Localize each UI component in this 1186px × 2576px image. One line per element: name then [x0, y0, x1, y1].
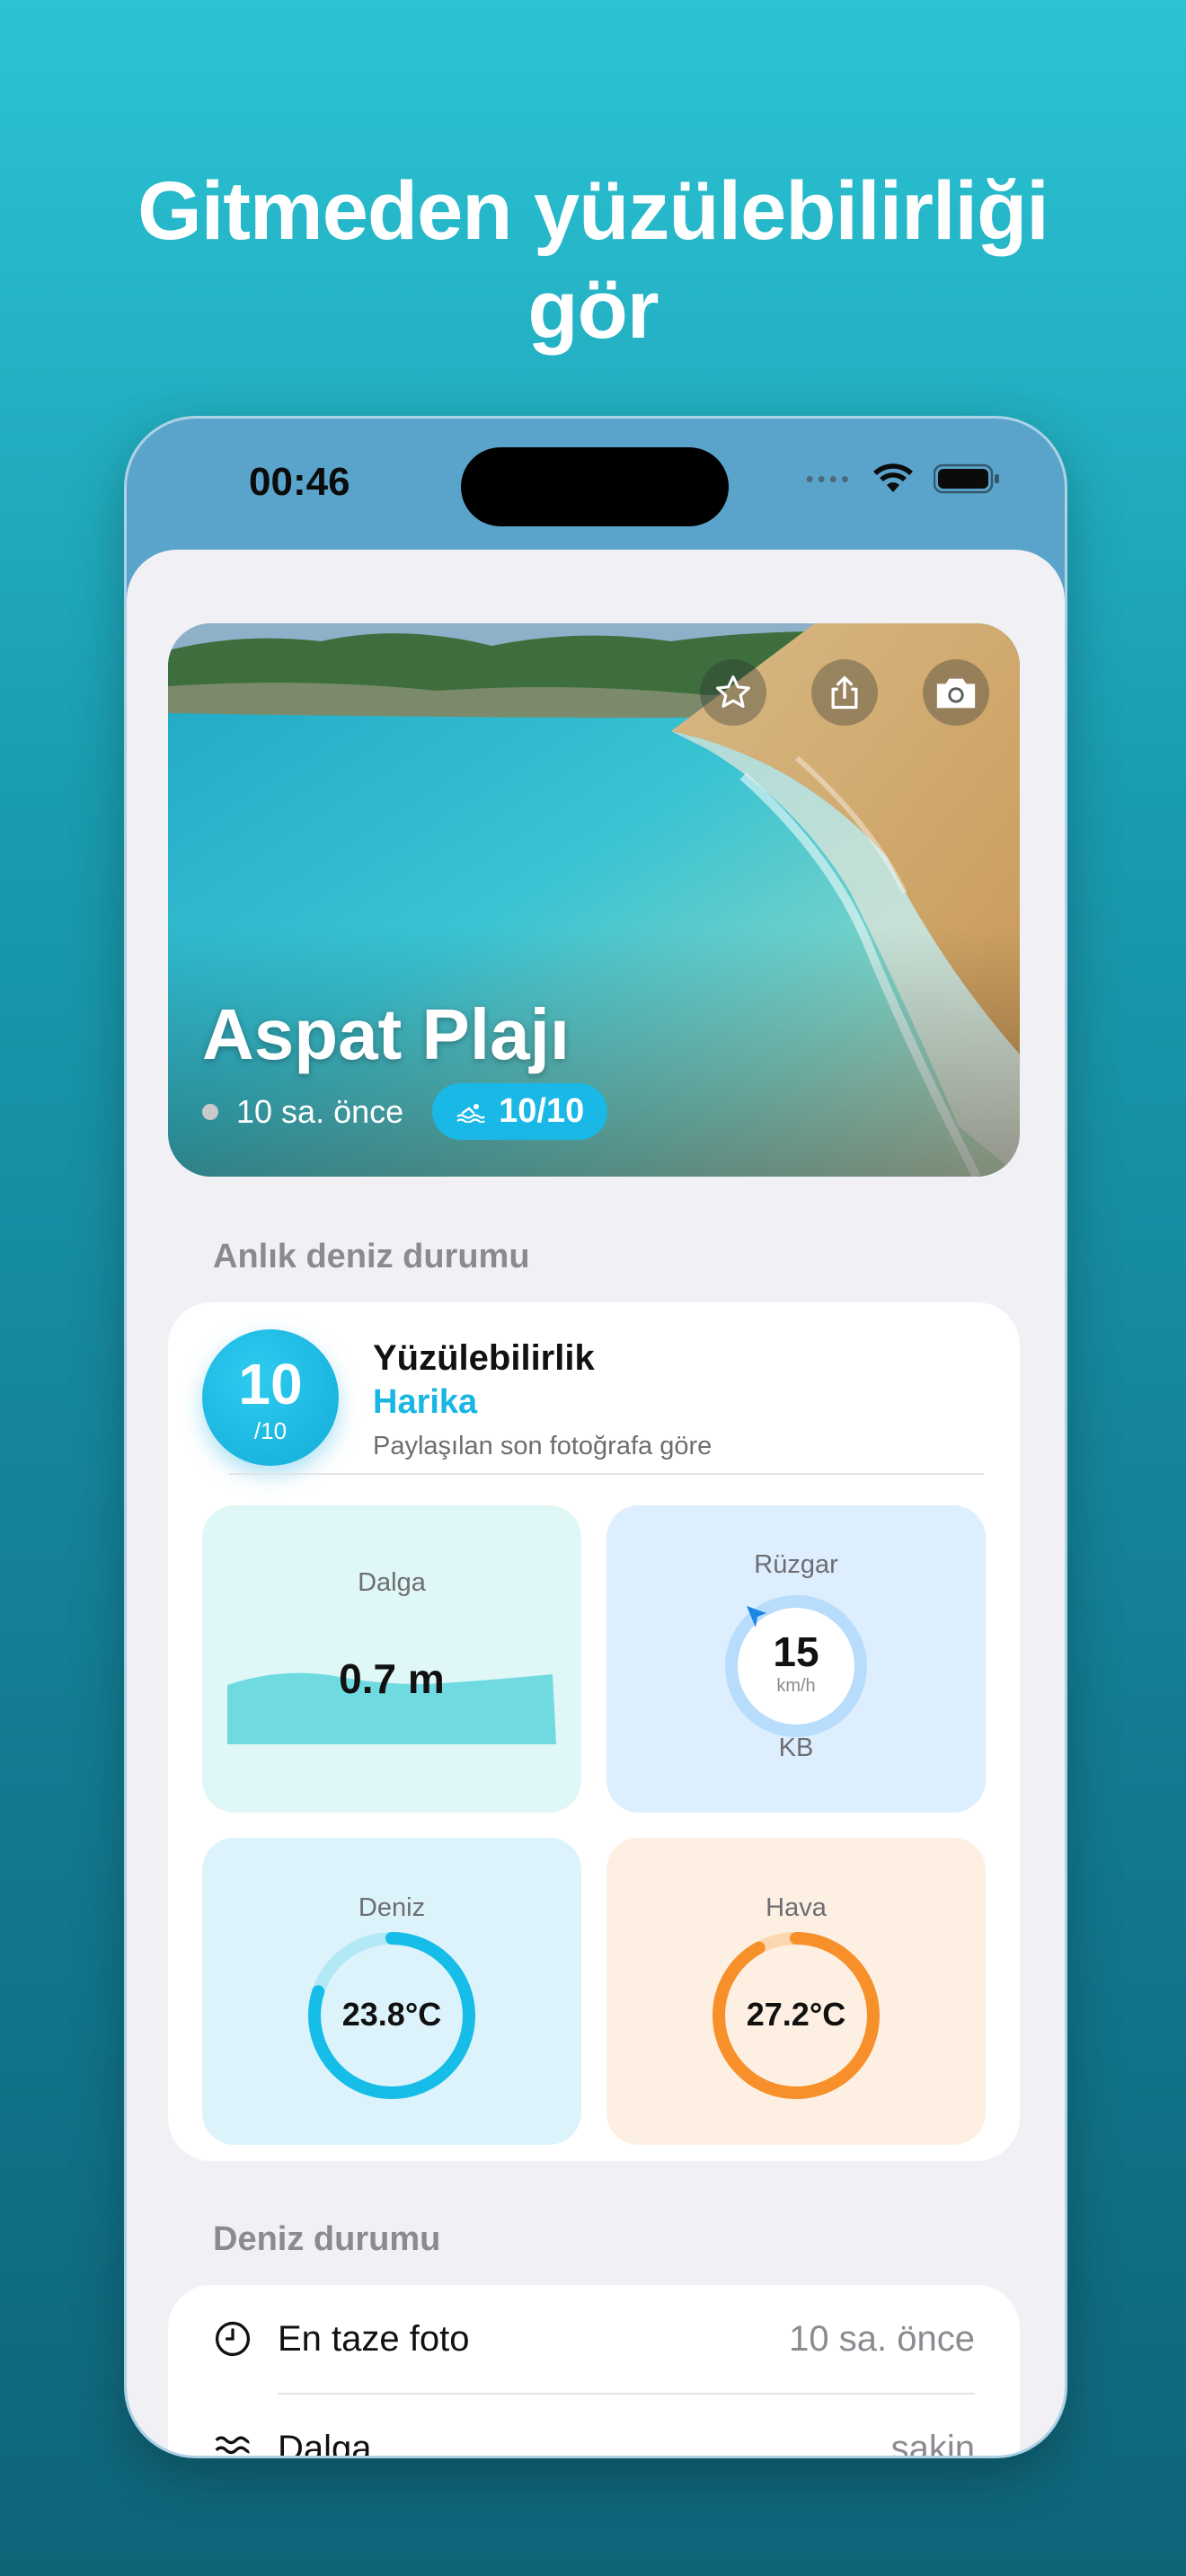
list-item[interactable]: En taze foto 10 sa. önce — [168, 2285, 1020, 2393]
signal-icon: •••• — [805, 464, 853, 492]
swimmability-score-max: /10 — [253, 1417, 288, 1444]
clock-icon — [215, 2321, 251, 2357]
score-badge: 10/10 — [432, 1083, 608, 1140]
hero-meta: 10 sa. önce 10/10 — [202, 1083, 608, 1140]
share-button[interactable] — [811, 659, 878, 726]
beach-name: Aspat Plajı — [202, 994, 571, 1074]
dynamic-island — [461, 447, 729, 526]
status-icons: •••• — [806, 463, 1000, 494]
swimmability-subtitle: Paylaşılan son fotoğrafa göre — [373, 1432, 712, 1460]
wind-tile[interactable]: Rüzgar 15 km/h KB — [606, 1505, 986, 1813]
swimmability-grade: Harika — [373, 1383, 478, 1421]
row-label: En taze foto — [278, 2319, 470, 2359]
star-icon — [716, 675, 750, 708]
sea-temperature-value: 23.8°C — [341, 1996, 442, 2033]
wave-tile[interactable]: Dalga 0.7 m — [202, 1505, 581, 1813]
wind-direction: KB — [778, 1734, 814, 1762]
swimmability-summary: 10 /10 Yüzülebilirlik Harika Paylaşılan … — [202, 1329, 984, 1473]
update-time: 10 sa. önce — [236, 1092, 404, 1130]
wifi-icon — [873, 463, 913, 492]
wave-label: Dalga — [358, 1568, 426, 1597]
wind-label: Rüzgar — [754, 1550, 838, 1579]
status-bar: 00:46 •••• — [127, 419, 1065, 553]
sea-conditions-card: En taze foto 10 sa. önce Dalga sakin — [168, 2285, 1020, 2458]
swimmer-icon — [456, 1103, 486, 1123]
air-temperature-value: 27.2°C — [746, 1996, 846, 2033]
swimmability-title: Yüzülebilirlik — [373, 1338, 595, 1378]
current-conditions-card: 10 /10 Yüzülebilirlik Harika Paylaşılan … — [168, 1302, 1020, 2161]
headline: Gitmeden yüzülebilirliği gör — [0, 162, 1186, 359]
row-value: 10 sa. önce — [789, 2319, 975, 2359]
headline-line-1: Gitmeden yüzülebilirliği — [137, 165, 1049, 257]
beach-hero-card[interactable]: Aspat Plajı 10 sa. önce 10/10 — [168, 623, 1020, 1177]
battery-icon — [934, 463, 999, 494]
waves-icon — [215, 2436, 250, 2455]
sea-temperature-tile[interactable]: Deniz 23.8°C — [202, 1838, 581, 2145]
air-temperature-tile[interactable]: Hava 27.2°C — [606, 1838, 986, 2145]
camera-button[interactable] — [923, 659, 989, 726]
favorite-button[interactable] — [700, 659, 766, 726]
phone-frame: 00:46 •••• Aspat Plajı 10 sa. önce 10/10… — [124, 416, 1067, 2458]
update-dot — [202, 1103, 218, 1120]
section-title-sea: Deniz durumu — [213, 2220, 441, 2258]
air-label: Hava — [766, 1893, 827, 1922]
share-icon — [831, 675, 858, 710]
list-item[interactable]: Dalga sakin — [168, 2395, 1020, 2458]
headline-line-2: gör — [527, 264, 659, 356]
wind-value: 15 — [773, 1628, 819, 1675]
row-value: sakin — [890, 2429, 975, 2458]
camera-icon — [936, 678, 976, 709]
wind-unit: km/h — [776, 1676, 816, 1696]
content-sheet: Aspat Plajı 10 sa. önce 10/10 Anlık deni… — [127, 550, 1065, 2458]
row-label: Dalga — [278, 2429, 372, 2458]
status-time: 00:46 — [249, 460, 350, 504]
swimmability-score: 10 — [238, 1352, 303, 1416]
wave-value: 0.7 m — [339, 1655, 445, 1702]
section-title-current: Anlık deniz durumu — [213, 1238, 530, 1275]
sea-label: Deniz — [358, 1893, 426, 1922]
divider — [229, 1473, 984, 1475]
swimmability-score-circle: 10 /10 — [202, 1329, 339, 1466]
score-badge-text: 10/10 — [499, 1092, 585, 1130]
